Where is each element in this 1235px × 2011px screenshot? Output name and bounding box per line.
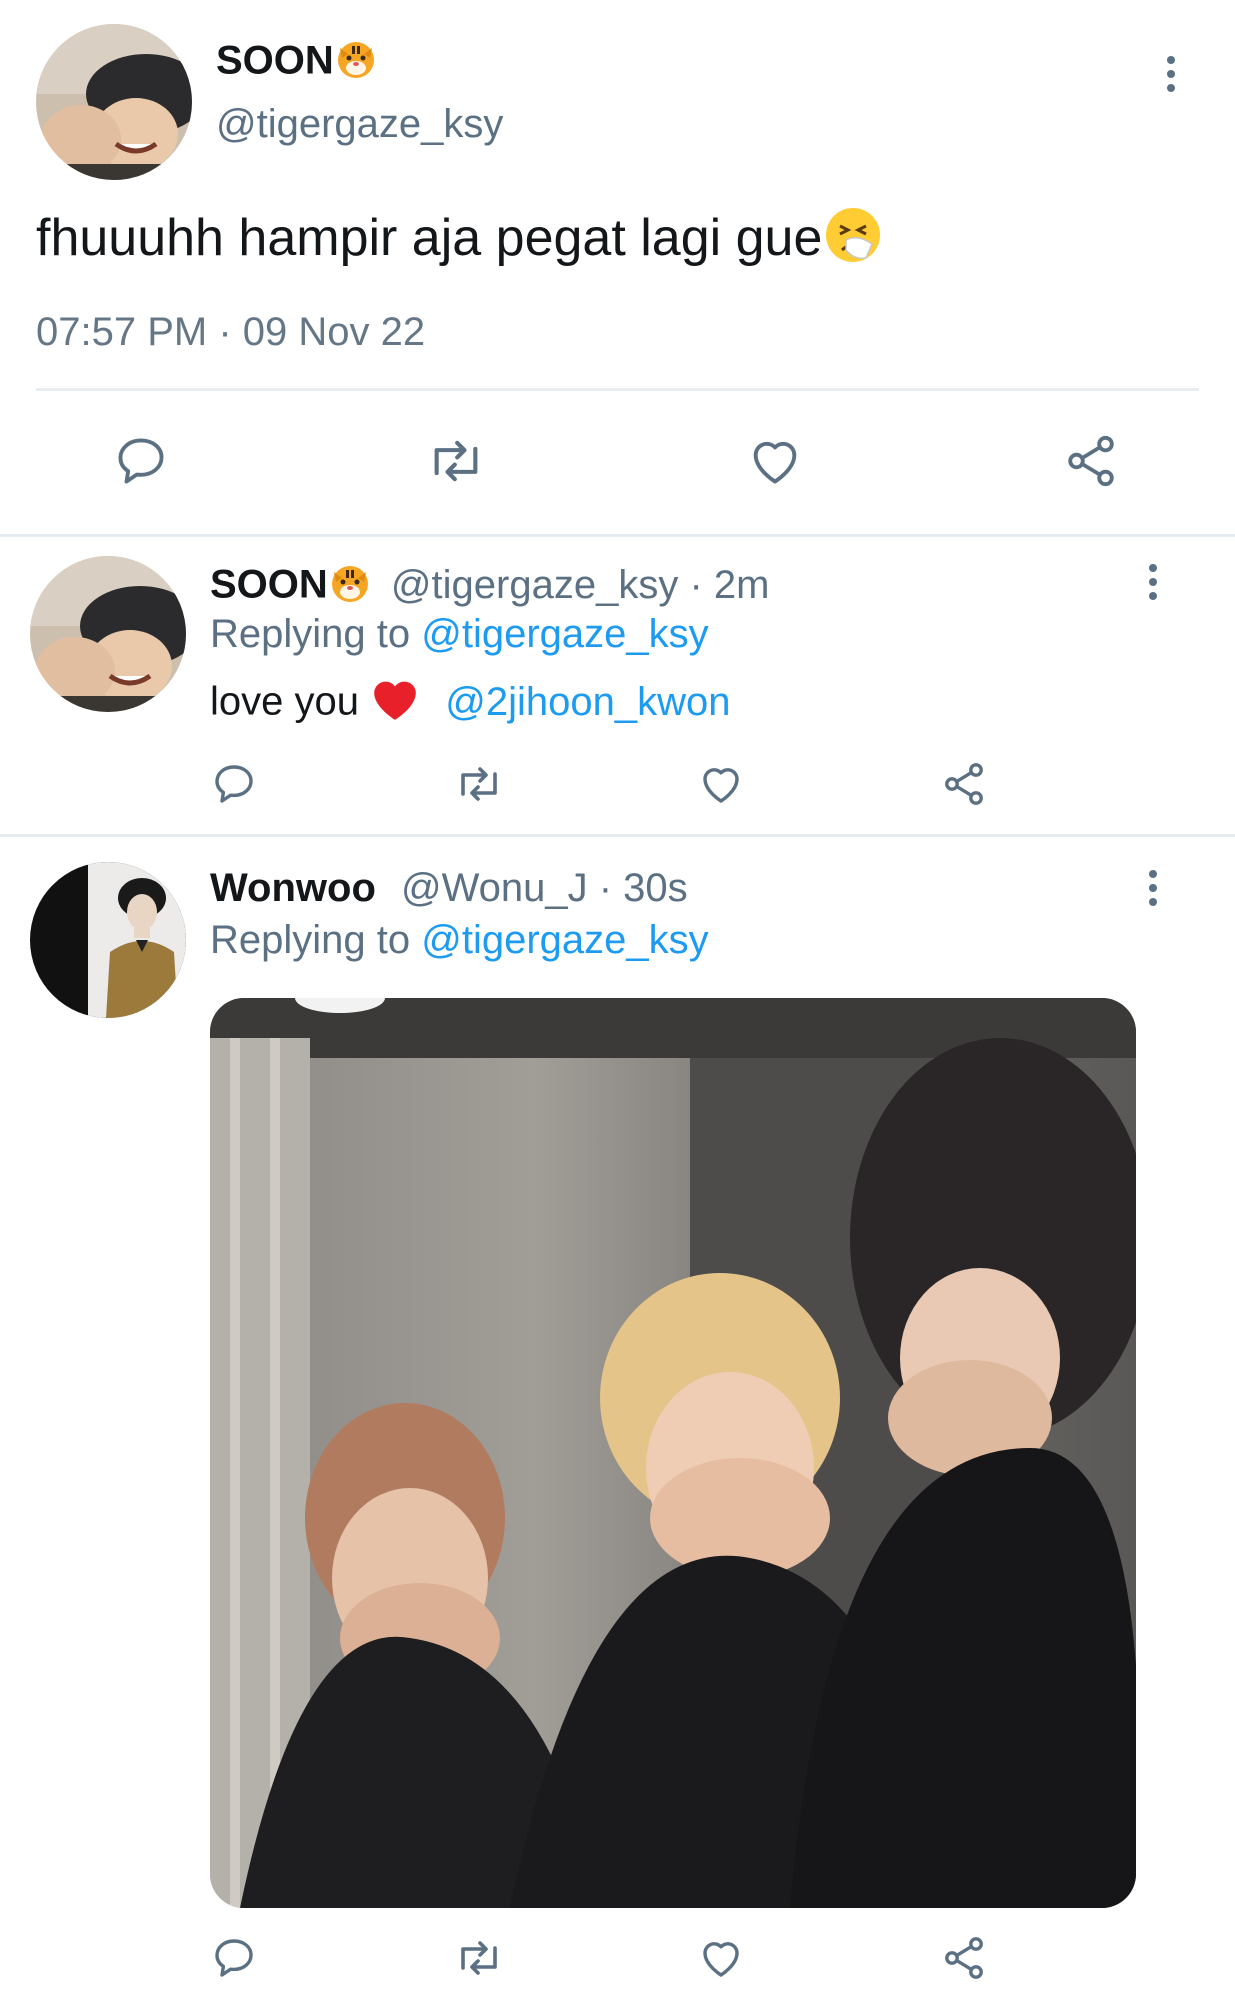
tiger-face-emoji-icon (334, 36, 378, 90)
reply-divider (0, 834, 1235, 837)
reply-1-handle[interactable]: @tigergaze_ksy · 2m (391, 563, 770, 607)
share-icon[interactable] (940, 1934, 988, 1982)
avatar-reply-1[interactable] (30, 556, 186, 712)
tweet-media-photo[interactable] (210, 998, 1136, 1908)
like-icon[interactable] (697, 760, 745, 808)
retweet-icon[interactable] (452, 1934, 506, 1982)
like-icon[interactable] (697, 1934, 745, 1982)
tiger-face-emoji-icon (328, 560, 372, 614)
timestamp-divider (36, 388, 1199, 391)
red-heart-emoji-icon (370, 676, 420, 732)
handle[interactable]: @tigergaze_ksy (216, 102, 503, 147)
reply-1-header: SOON @tigergaze_ksy · 2m (210, 560, 769, 614)
more-options-icon[interactable] (1143, 870, 1163, 906)
reply-2-header: Wonwoo @Wonu_J · 30s (210, 866, 688, 911)
sneezing-face-emoji-icon (822, 204, 884, 279)
reply-1-text-content: love you (210, 679, 359, 724)
replying-to-label: Replying to (210, 612, 411, 656)
more-options-icon[interactable] (1161, 56, 1181, 92)
avatar-reply-2[interactable] (30, 862, 186, 1018)
replying-to-label: Replying to (210, 918, 411, 962)
share-icon[interactable] (1062, 432, 1120, 490)
timestamp[interactable]: 07:57 PM · 09 Nov 22 (36, 310, 425, 355)
share-icon[interactable] (940, 760, 988, 808)
mention-link[interactable]: @2jihoon_kwon (445, 680, 730, 724)
reply-1-replying-to: Replying to @tigergaze_ksy (210, 612, 709, 657)
reply-icon[interactable] (210, 1934, 258, 1982)
reply-2-handle[interactable]: @Wonu_J · 30s (401, 866, 688, 910)
reply-icon[interactable] (210, 760, 258, 808)
avatar-main[interactable] (36, 24, 192, 180)
tweet-text-content: fhuuuhh hampir aja pegat lagi gue (36, 209, 823, 268)
tweet-text: fhuuuhh hampir aja pegat lagi gue (36, 204, 884, 279)
like-icon[interactable] (746, 432, 804, 490)
replying-to-handle-link[interactable]: @tigergaze_ksy (421, 612, 708, 656)
display-name[interactable]: SOON (216, 36, 378, 90)
display-name-text: SOON (216, 38, 334, 83)
retweet-icon[interactable] (452, 760, 506, 808)
reply-1-text: love you @2jihoon_kwon (210, 676, 730, 732)
tweet-divider (0, 534, 1235, 537)
more-options-icon[interactable] (1143, 564, 1163, 600)
reply-2-display-name[interactable]: Wonwoo (210, 866, 376, 910)
reply-2-replying-to: Replying to @tigergaze_ksy (210, 918, 709, 963)
replying-to-handle-link[interactable]: @tigergaze_ksy (421, 918, 708, 962)
reply-1-display-name[interactable]: SOON (210, 563, 328, 607)
reply-icon[interactable] (112, 432, 170, 490)
retweet-icon[interactable] (424, 432, 488, 490)
